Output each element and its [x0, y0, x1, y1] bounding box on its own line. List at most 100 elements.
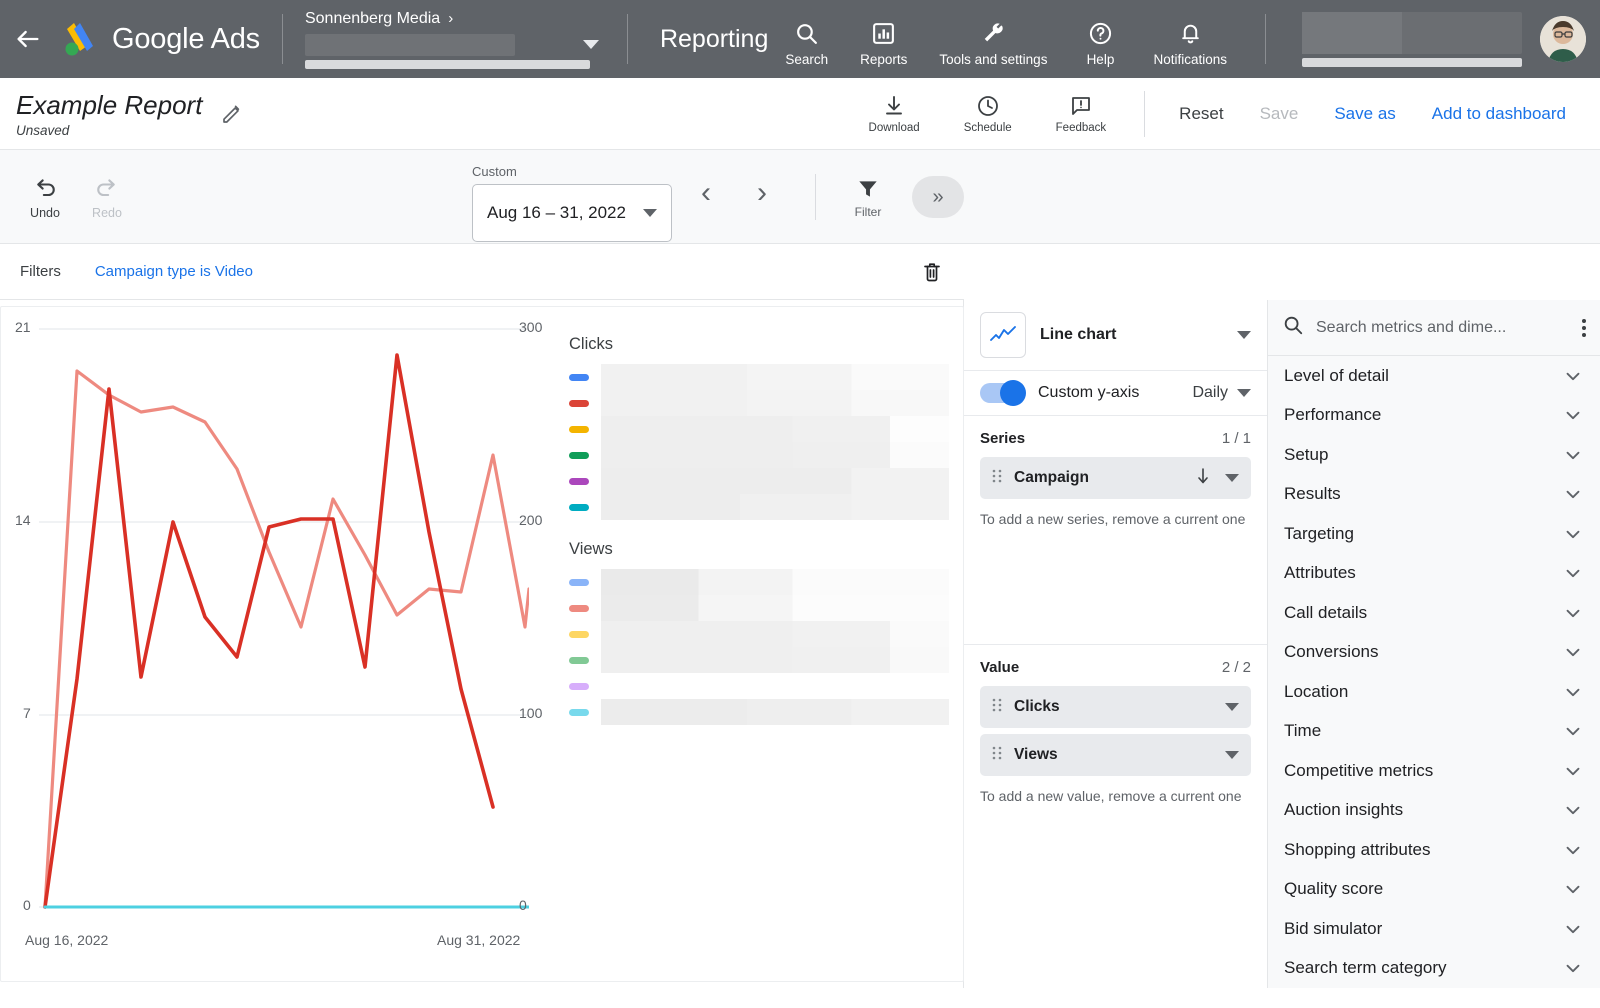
divider [282, 14, 283, 64]
sidebar-item-location[interactable]: Location [1268, 672, 1600, 712]
chevron-down-icon[interactable] [1225, 703, 1239, 711]
drag-handle-icon[interactable] [992, 468, 1002, 489]
legend-swatch [569, 426, 589, 433]
value-item-label: Clicks [1014, 698, 1060, 716]
avatar[interactable] [1540, 16, 1586, 62]
nav-tools-settings[interactable]: Tools and settings [923, 10, 1063, 68]
expand-panel-button[interactable]: » [912, 176, 964, 218]
sidebar-item-level-of-detail[interactable]: Level of detail [1268, 356, 1600, 396]
google-ads-logo[interactable]: Google Ads [60, 20, 260, 58]
drag-handle-icon[interactable] [992, 745, 1002, 766]
legend-item[interactable] [569, 442, 949, 468]
legend-item[interactable] [569, 494, 949, 520]
frequency-value: Daily [1192, 384, 1228, 402]
legend-item[interactable] [569, 595, 949, 621]
feedback-button[interactable]: Feedback [1034, 94, 1129, 134]
chevron-down-icon[interactable] [1225, 474, 1239, 482]
double-chevron-right-icon: » [932, 186, 943, 209]
brand-google: Google [112, 23, 204, 55]
save-as-button[interactable]: Save as [1316, 104, 1413, 124]
nav-help[interactable]: Help [1063, 10, 1137, 68]
sidebar-item-call-details[interactable]: Call details [1268, 593, 1600, 633]
chart-card: 21 14 7 0 300 200 100 0 Aug 16, 2022 Aug… [0, 306, 964, 982]
next-period-button[interactable]: › [734, 178, 790, 208]
previous-period-button[interactable]: ‹ [678, 178, 734, 208]
legend-label-redacted [601, 494, 949, 520]
main-content: 21 14 7 0 300 200 100 0 Aug 16, 2022 Aug… [0, 300, 1600, 988]
left-axis-tick-21: 21 [15, 319, 31, 335]
chart-type-row[interactable]: Line chart [964, 300, 1267, 371]
back-arrow-icon[interactable] [0, 25, 56, 53]
filters-bar: Filters Campaign type is Video [0, 244, 964, 300]
category-label: Level of detail [1284, 366, 1389, 386]
sidebar-item-search-term-category[interactable]: Search term category [1268, 949, 1600, 989]
chevron-down-icon [1562, 444, 1584, 466]
left-axis-tick-14: 14 [15, 512, 31, 528]
custom-y-axis-toggle[interactable] [980, 383, 1024, 403]
value-count: 2 / 2 [1222, 659, 1251, 676]
sidebar-item-performance[interactable]: Performance [1268, 396, 1600, 436]
sidebar-item-time[interactable]: Time [1268, 712, 1600, 752]
schedule-button[interactable]: Schedule [942, 94, 1034, 134]
sidebar-item-setup[interactable]: Setup [1268, 435, 1600, 475]
chevron-down-icon[interactable] [1225, 751, 1239, 759]
nav-reports[interactable]: Reports [844, 10, 923, 68]
undo-button[interactable]: Undo [14, 174, 76, 220]
sidebar-item-auction-insights[interactable]: Auction insights [1268, 791, 1600, 831]
sidebar-item-bid-simulator[interactable]: Bid simulator [1268, 909, 1600, 949]
legend-item[interactable] [569, 621, 949, 647]
value-item-clicks[interactable]: Clicks [980, 686, 1251, 728]
category-label: Conversions [1284, 642, 1379, 662]
legend-item[interactable] [569, 673, 949, 699]
legend-swatch [569, 683, 589, 690]
frequency-selector[interactable]: Daily [1192, 384, 1251, 402]
sidebar-item-conversions[interactable]: Conversions [1268, 633, 1600, 673]
legend-item[interactable] [569, 647, 949, 673]
category-label: Call details [1284, 603, 1367, 623]
account-selector[interactable]: Sonnenberg Media › [305, 10, 605, 69]
filter-chip[interactable]: Campaign type is Video [95, 263, 253, 280]
legend-item[interactable] [569, 468, 949, 494]
chevron-down-icon [643, 209, 657, 217]
sidebar-item-competitive-metrics[interactable]: Competitive metrics [1268, 751, 1600, 791]
chevron-down-icon[interactable] [1237, 331, 1251, 339]
legend-label-redacted [601, 390, 949, 416]
legend-item[interactable] [569, 364, 949, 390]
legend-item[interactable] [569, 390, 949, 416]
search-icon [1282, 314, 1304, 341]
download-button[interactable]: Download [847, 94, 942, 134]
reset-button[interactable]: Reset [1161, 104, 1241, 124]
nav-notifications[interactable]: Notifications [1137, 10, 1243, 68]
value-item-views[interactable]: Views [980, 734, 1251, 776]
sidebar-item-results[interactable]: Results [1268, 475, 1600, 515]
date-range-caption: Custom [472, 164, 672, 179]
legend-item[interactable] [569, 569, 949, 595]
chevron-down-icon [1562, 681, 1584, 703]
divider [627, 14, 628, 64]
add-to-dashboard-button[interactable]: Add to dashboard [1414, 104, 1584, 124]
search-icon [794, 20, 819, 46]
line-chart-plot[interactable] [39, 327, 529, 917]
sidebar-item-shopping-attributes[interactable]: Shopping attributes [1268, 830, 1600, 870]
date-range-picker[interactable]: Aug 16 – 31, 2022 [472, 184, 672, 242]
chevron-down-icon [1562, 918, 1584, 940]
trash-icon[interactable] [920, 260, 944, 284]
drag-handle-icon[interactable] [992, 697, 1002, 718]
chevron-down-icon[interactable] [583, 40, 599, 49]
pencil-icon[interactable] [220, 102, 244, 126]
left-axis-tick-7: 7 [23, 705, 31, 721]
legend-item[interactable] [569, 699, 949, 725]
sidebar-item-targeting[interactable]: Targeting [1268, 514, 1600, 554]
sort-descending-icon[interactable] [1195, 467, 1211, 490]
chevron-down-icon [1562, 760, 1584, 782]
metrics-search-row: Search metrics and dime... [1268, 300, 1600, 356]
divider [815, 174, 816, 220]
nav-search[interactable]: Search [769, 10, 844, 68]
sidebar-item-quality-score[interactable]: Quality score [1268, 870, 1600, 910]
legend-item[interactable] [569, 416, 949, 442]
filter-button[interactable]: Filter [838, 176, 898, 219]
sidebar-item-attributes[interactable]: Attributes [1268, 554, 1600, 594]
search-input[interactable]: Search metrics and dime... [1316, 319, 1506, 337]
kebab-menu-icon[interactable] [1582, 319, 1586, 337]
series-item-campaign[interactable]: Campaign [980, 457, 1251, 499]
